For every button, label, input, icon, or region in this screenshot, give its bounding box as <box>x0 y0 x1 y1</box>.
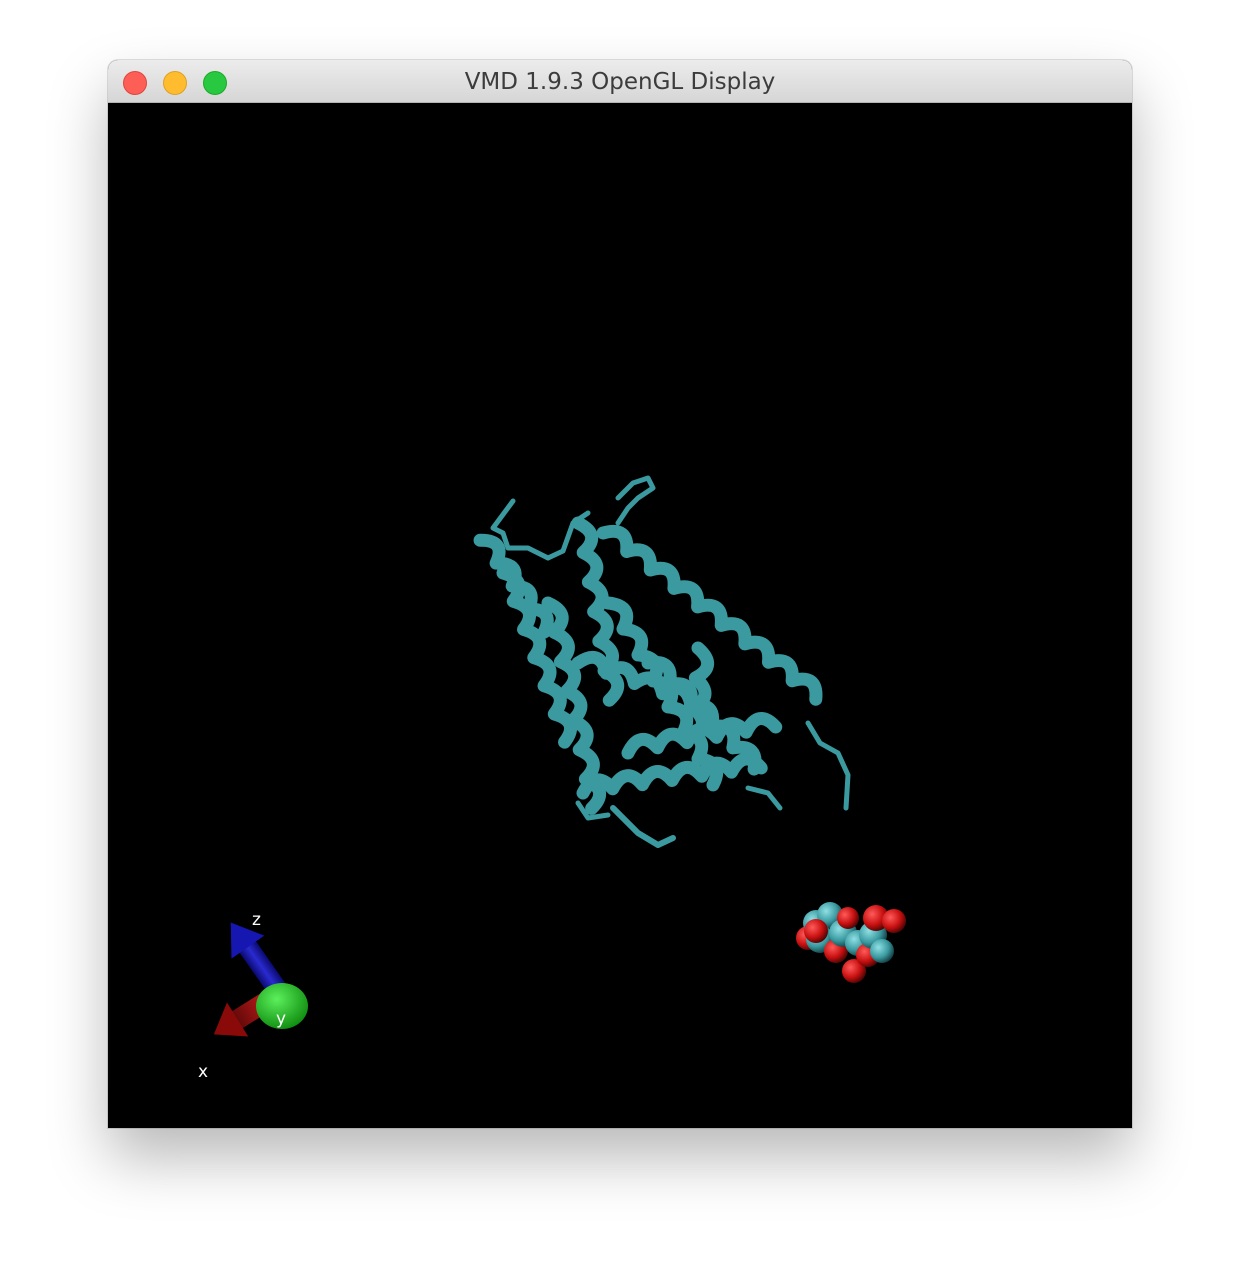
loop-segment <box>745 785 783 811</box>
z-axis-label: z <box>252 910 261 930</box>
oxygen-atom <box>882 909 906 933</box>
helix-9 <box>576 752 768 800</box>
vmd-display-window: VMD 1.9.3 OpenGL Display z y x <box>108 60 1132 1128</box>
ligand-vdw[interactable] <box>796 902 906 983</box>
axes-indicator: z y x <box>198 910 308 1082</box>
oxygen-atom <box>804 919 828 943</box>
y-axis-label: y <box>276 1009 286 1029</box>
title-bar[interactable]: VMD 1.9.3 OpenGL Display <box>108 60 1132 103</box>
oxygen-atom <box>837 907 859 929</box>
window-title: VMD 1.9.3 OpenGL Display <box>464 69 776 95</box>
x-axis-label: x <box>198 1062 208 1082</box>
opengl-viewport[interactable]: z y x <box>108 103 1132 1128</box>
protein-cartoon[interactable] <box>473 475 851 848</box>
loop-segment <box>615 475 656 526</box>
molecule-scene[interactable]: z y x <box>108 103 1132 1128</box>
c-terminal-loop <box>805 720 851 811</box>
loop-segment <box>610 805 676 848</box>
carbon-atom <box>870 939 894 963</box>
